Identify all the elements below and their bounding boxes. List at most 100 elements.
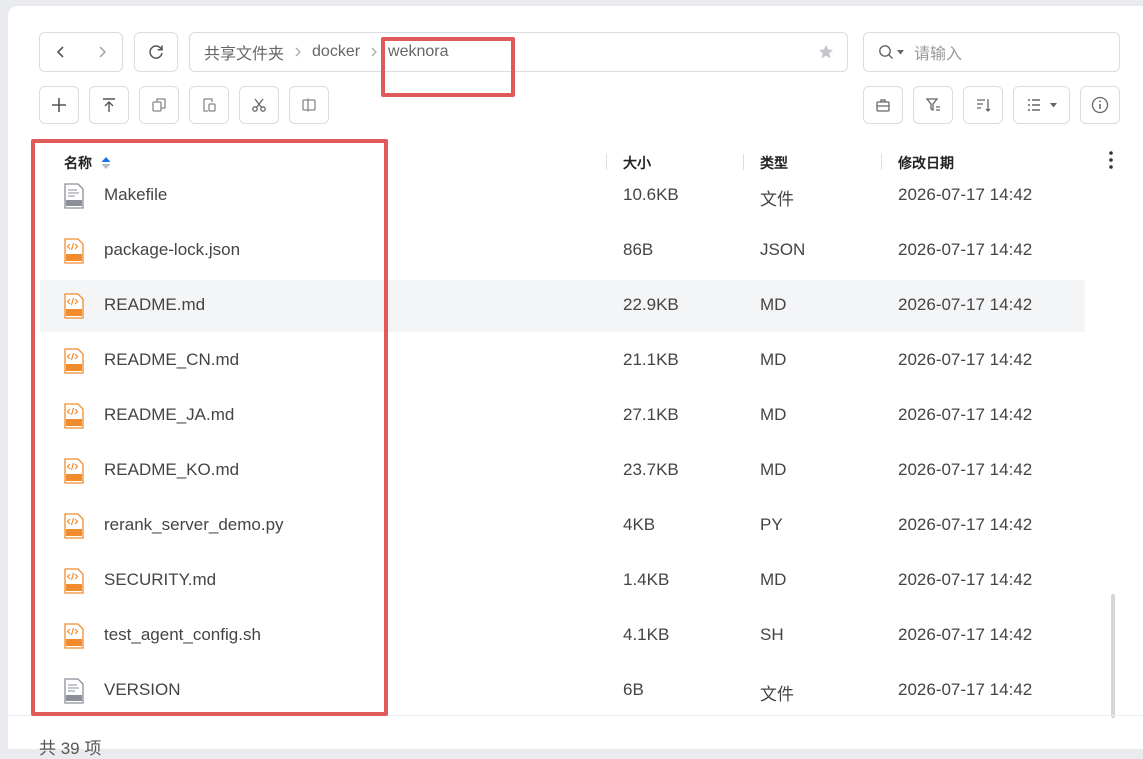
file-type: JSON bbox=[760, 240, 806, 259]
file-size: 23.7KB bbox=[623, 460, 679, 479]
footer-divider bbox=[8, 715, 1143, 716]
search-icon bbox=[879, 45, 893, 59]
breadcrumb-shared-folder[interactable]: 共享文件夹 bbox=[204, 40, 284, 64]
scissors-icon bbox=[252, 98, 266, 112]
code-file-icon bbox=[64, 623, 84, 654]
upload-icon bbox=[103, 98, 115, 112]
file-name: Makefile bbox=[104, 185, 168, 204]
code-file-icon bbox=[64, 238, 84, 269]
code-file-icon bbox=[64, 348, 84, 379]
file-modified-date: 2026-07-17 14:42 bbox=[898, 460, 1033, 479]
file-manager-window: 共享文件夹 docker weknora 请输入 名称 大小 类型 修改日期 M… bbox=[8, 6, 1143, 758]
file-modified-date: 2026-07-17 14:42 bbox=[898, 625, 1033, 644]
code-file-icon bbox=[64, 458, 84, 489]
breadcrumb-docker[interactable]: docker bbox=[312, 43, 360, 61]
chevron-right-icon bbox=[98, 46, 106, 58]
forward-button[interactable] bbox=[81, 33, 122, 71]
filter-button[interactable] bbox=[913, 86, 953, 124]
file-row[interactable]: package-lock.json 86B JSON 2026-07-17 14:42 bbox=[40, 225, 1085, 277]
file-modified-date: 2026-07-17 14:42 bbox=[898, 570, 1033, 589]
table-header: 名称 大小 类型 修改日期 bbox=[40, 144, 1120, 180]
file-row[interactable]: README_JA.md 27.1KB MD 2026-07-17 14:42 bbox=[40, 390, 1085, 442]
file-type: MD bbox=[760, 570, 787, 589]
paste-button[interactable] bbox=[189, 86, 229, 124]
list-view-icon bbox=[1028, 99, 1040, 111]
file-size: 10.6KB bbox=[623, 185, 679, 204]
file-size: 22.9KB bbox=[623, 295, 679, 314]
search-box[interactable]: 请输入 bbox=[863, 32, 1120, 72]
column-header-name[interactable]: 名称 bbox=[64, 153, 111, 173]
back-button[interactable] bbox=[40, 33, 81, 71]
file-row[interactable]: Makefile 10.6KB 文件 2026-07-17 14:42 bbox=[40, 180, 1085, 222]
file-size: 4.1KB bbox=[623, 625, 670, 644]
file-row[interactable]: VERSION 6B 文件 2026-07-17 14:42 bbox=[40, 665, 1085, 716]
file-size: 6B bbox=[623, 680, 644, 699]
file-modified-date: 2026-07-17 14:42 bbox=[898, 240, 1033, 259]
caret-down-icon bbox=[897, 49, 904, 54]
file-size: 1.4KB bbox=[623, 570, 670, 589]
file-modified-date: 2026-07-17 14:42 bbox=[898, 680, 1033, 699]
file-size: 27.1KB bbox=[623, 405, 679, 424]
copy-button[interactable] bbox=[139, 86, 179, 124]
file-size: 21.1KB bbox=[623, 350, 679, 369]
cut-button[interactable] bbox=[239, 86, 279, 124]
info-button[interactable] bbox=[1080, 86, 1120, 124]
paste-icon bbox=[203, 98, 216, 112]
archive-button[interactable] bbox=[863, 86, 903, 124]
file-row[interactable]: test_agent_config.sh 4.1KB SH 2026-07-17 14… bbox=[40, 610, 1085, 662]
view-mode-dropdown[interactable] bbox=[1013, 86, 1070, 124]
file-row[interactable]: rerank_server_demo.py 4KB PY 2026-07-17 14:… bbox=[40, 500, 1085, 552]
column-header-modified[interactable]: 修改日期 bbox=[898, 153, 954, 173]
file-name: package-lock.json bbox=[104, 240, 241, 259]
column-divider[interactable] bbox=[743, 154, 744, 170]
file-name: SECURITY.md bbox=[104, 570, 217, 589]
more-options-icon[interactable] bbox=[1108, 150, 1114, 173]
file-size: 4KB bbox=[623, 515, 656, 534]
column-divider[interactable] bbox=[606, 154, 607, 170]
file-name: README_JA.md bbox=[104, 405, 235, 424]
column-header-size[interactable]: 大小 bbox=[623, 153, 651, 173]
file-name: README_KO.md bbox=[104, 460, 240, 479]
file-type: MD bbox=[760, 460, 787, 479]
rename-button[interactable] bbox=[289, 86, 329, 124]
path-bar[interactable]: 共享文件夹 docker weknora bbox=[189, 32, 848, 72]
column-divider[interactable] bbox=[881, 154, 882, 170]
chevron-left-icon bbox=[56, 46, 64, 58]
copy-icon bbox=[152, 98, 166, 112]
plus-icon bbox=[52, 98, 66, 112]
file-name: README_CN.md bbox=[104, 350, 240, 369]
column-header-type[interactable]: 类型 bbox=[760, 153, 788, 173]
file-type: MD bbox=[760, 405, 787, 424]
file-modified-date: 2026-07-17 14:42 bbox=[898, 185, 1033, 204]
item-count: 共 39 项 bbox=[39, 739, 102, 758]
breadcrumb-current-folder[interactable]: weknora bbox=[388, 43, 448, 61]
refresh-icon bbox=[149, 45, 163, 59]
file-row[interactable]: README_CN.md 21.1KB MD 2026-07-17 14:42 bbox=[40, 335, 1085, 387]
file-type: 文件 bbox=[760, 685, 794, 704]
file-name: rerank_server_demo.py bbox=[104, 515, 284, 534]
breadcrumb-separator-icon bbox=[370, 46, 378, 58]
file-size: 86B bbox=[623, 240, 654, 259]
code-file-icon bbox=[64, 293, 84, 324]
file-modified-date: 2026-07-17 14:42 bbox=[898, 515, 1033, 534]
briefcase-icon bbox=[876, 99, 890, 112]
scrollbar-thumb[interactable] bbox=[1111, 594, 1115, 718]
file-modified-date: 2026-07-17 14:42 bbox=[898, 350, 1033, 369]
breadcrumb-separator-icon bbox=[294, 46, 302, 58]
file-row[interactable]: README.md 22.9KB MD 2026-07-17 14:42 bbox=[40, 280, 1085, 332]
code-file-icon bbox=[64, 568, 84, 599]
caret-down-icon bbox=[1050, 102, 1057, 107]
code-file-icon bbox=[64, 403, 84, 434]
sort-button[interactable] bbox=[963, 86, 1003, 124]
new-button[interactable] bbox=[39, 86, 79, 124]
file-row[interactable]: SECURITY.md 1.4KB MD 2026-07-17 14:42 bbox=[40, 555, 1085, 607]
info-icon bbox=[1091, 96, 1109, 114]
file-type: MD bbox=[760, 295, 787, 314]
file-list: Makefile 10.6KB 文件 2026-07-17 14:42 package-… bbox=[40, 180, 1120, 716]
star-icon[interactable] bbox=[817, 43, 835, 66]
upload-button[interactable] bbox=[89, 86, 129, 124]
refresh-button[interactable] bbox=[134, 32, 178, 72]
file-name: test_agent_config.sh bbox=[104, 625, 261, 644]
text-file-icon bbox=[64, 678, 84, 709]
file-row[interactable]: README_KO.md 23.7KB MD 2026-07-17 14:42 bbox=[40, 445, 1085, 497]
